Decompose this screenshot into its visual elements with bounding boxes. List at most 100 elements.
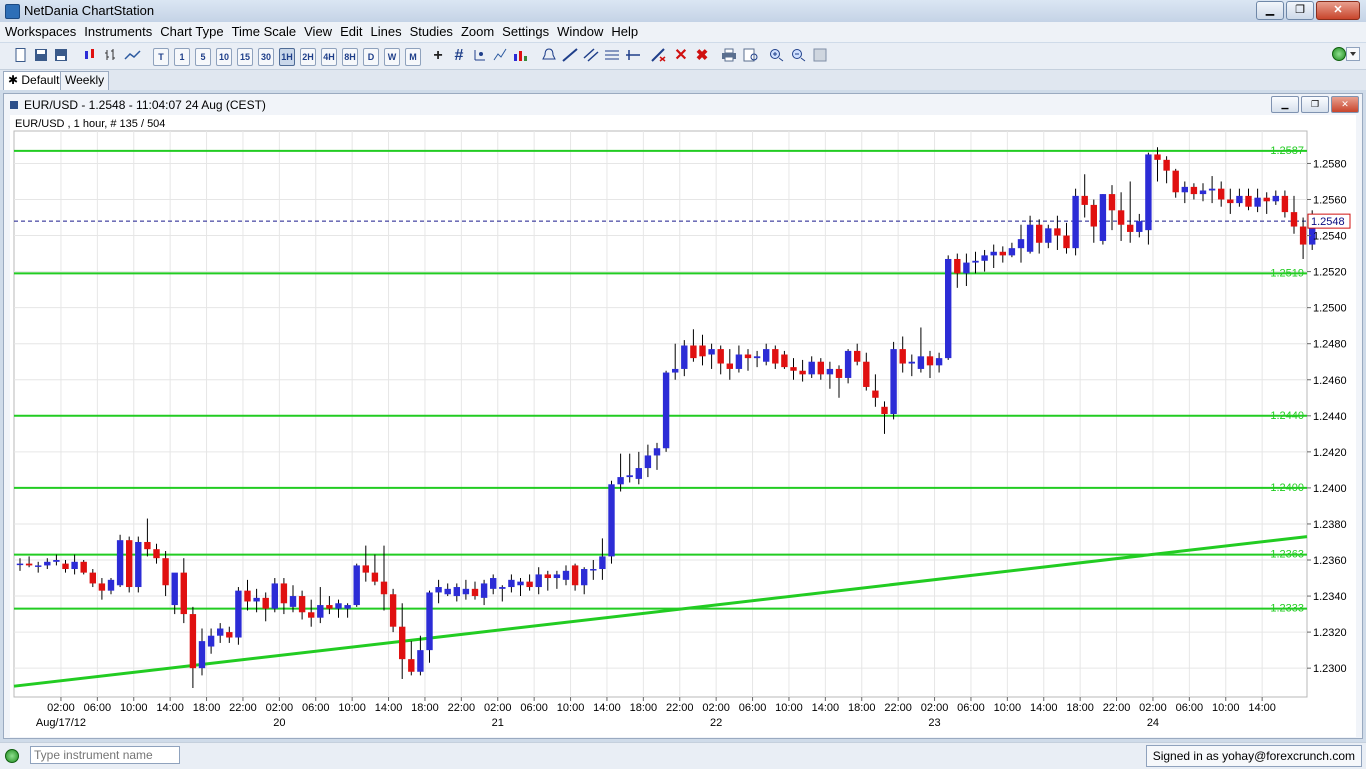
grid-icon[interactable]: #: [451, 48, 467, 64]
interval-5-button[interactable]: 5: [195, 48, 211, 66]
candle-body: [726, 363, 733, 369]
interval-1h-button[interactable]: 1H: [279, 48, 295, 66]
toolbar-options-icon[interactable]: [1346, 47, 1360, 61]
candle-body: [635, 468, 642, 479]
x-tick-label: 18:00: [411, 702, 439, 714]
candle-body: [198, 641, 206, 669]
candle-body: [1090, 204, 1097, 227]
new-page-icon[interactable]: [14, 48, 28, 64]
candle-body: [553, 574, 561, 579]
save-icon[interactable]: [34, 48, 48, 64]
menu-studies[interactable]: Studies: [406, 22, 457, 39]
zoom-out-icon[interactable]: [790, 48, 808, 64]
draw-line-icon[interactable]: [561, 48, 579, 64]
candle-body: [608, 484, 615, 557]
restore-button[interactable]: ❐: [1286, 1, 1314, 20]
interval-8h-button[interactable]: 8H: [342, 48, 358, 66]
candle-body: [244, 590, 251, 602]
x-tick-label: 06:00: [520, 702, 548, 714]
x-tick-label: 14:00: [812, 702, 840, 714]
candle-body: [981, 255, 988, 261]
candle-body: [753, 356, 761, 359]
interval-15-button[interactable]: 15: [237, 48, 253, 66]
current-price-label: 1.2548: [1311, 216, 1345, 228]
menu-time-scale[interactable]: Time Scale: [228, 22, 301, 39]
interval-2h-button[interactable]: 2H: [300, 48, 316, 66]
menu-lines[interactable]: Lines: [366, 22, 405, 39]
price-chart[interactable]: 1.2587 1.2519 1.2440 1.2400 1.2363 1.2333 1.2…: [10, 115, 1356, 737]
save-as-icon[interactable]: [54, 48, 68, 64]
interval-10-button[interactable]: 10: [216, 48, 232, 66]
zoom-in-icon[interactable]: [768, 48, 786, 64]
menu-zoom[interactable]: Zoom: [457, 22, 498, 39]
interval-30-button[interactable]: 30: [258, 48, 274, 66]
draw-channel-icon[interactable]: [582, 48, 600, 64]
candle-body: [462, 588, 470, 595]
menu-chart-type[interactable]: Chart Type: [156, 22, 227, 39]
chart-close-button[interactable]: ✕: [1331, 96, 1359, 113]
candle-body: [262, 597, 269, 609]
interval-day-button[interactable]: D: [363, 48, 379, 66]
candle-body: [972, 260, 979, 263]
print-preview-icon[interactable]: [742, 48, 760, 64]
alert-bell-icon[interactable]: [541, 48, 557, 64]
x-tick-label: 10:00: [120, 702, 148, 714]
compare-icon[interactable]: [492, 48, 508, 64]
bar-chart-icon[interactable]: [104, 48, 122, 64]
interval-tick-button[interactable]: T: [153, 48, 169, 66]
x-tick-label: 02:00: [47, 702, 75, 714]
draw-horizontal-line-icon[interactable]: [624, 48, 642, 64]
interval-4h-button[interactable]: 4H: [321, 48, 337, 66]
print-icon[interactable]: [720, 48, 738, 64]
volume-bars-icon[interactable]: [512, 48, 530, 64]
interval-month-button[interactable]: M: [405, 48, 421, 66]
candlestick-chart-icon[interactable]: [82, 48, 100, 64]
chart-restore-button[interactable]: ❐: [1301, 96, 1329, 113]
candle-body: [899, 349, 906, 364]
menu-edit[interactable]: Edit: [336, 22, 366, 39]
x-tick-label: 06:00: [1176, 702, 1204, 714]
instrument-search-input[interactable]: [30, 746, 180, 764]
menu-instruments[interactable]: Instruments: [80, 22, 156, 39]
candle-body: [1281, 195, 1289, 213]
candle-body: [280, 583, 288, 604]
candle-body: [80, 561, 87, 573]
candle-body: [162, 558, 169, 586]
candle-body: [881, 406, 888, 414]
chart-minimize-button[interactable]: ▁: [1271, 96, 1299, 113]
candle-body: [854, 350, 861, 362]
candle-body: [453, 587, 460, 597]
menu-window[interactable]: Window: [553, 22, 607, 39]
candle-body: [480, 583, 488, 598]
tab-default[interactable]: ✱ Default: [3, 71, 65, 90]
x-tick-label: 10:00: [557, 702, 585, 714]
zoom-reset-icon[interactable]: [812, 48, 830, 64]
y-tick-label: 1.2520: [1313, 267, 1347, 279]
candle-body: [1045, 228, 1052, 243]
level-label: 1.2519: [1270, 267, 1304, 279]
draw-fibonacci-icon[interactable]: [603, 48, 621, 64]
candle-body: [1036, 224, 1043, 243]
candle-body: [399, 626, 406, 660]
menu-workspaces[interactable]: Workspaces: [1, 22, 80, 39]
delete-icon[interactable]: ✕: [673, 48, 689, 64]
menu-view[interactable]: View: [300, 22, 336, 39]
tab-weekly[interactable]: Weekly: [60, 71, 110, 90]
delete-all-icon[interactable]: ✖: [693, 48, 711, 64]
candle-body: [581, 569, 588, 586]
interval-week-button[interactable]: W: [384, 48, 400, 66]
line-chart-icon[interactable]: [124, 48, 142, 64]
study-icon[interactable]: [472, 48, 488, 64]
candle-body: [98, 583, 106, 591]
crosshair-icon[interactable]: +: [430, 48, 446, 64]
close-button[interactable]: ✕: [1316, 1, 1360, 20]
candle-body: [1127, 224, 1134, 232]
menu-help[interactable]: Help: [607, 22, 642, 39]
candle-body: [44, 561, 51, 566]
x-tick-label: 02:00: [921, 702, 949, 714]
minimize-button[interactable]: ▁: [1256, 1, 1284, 20]
menu-settings[interactable]: Settings: [498, 22, 553, 39]
delete-line-icon[interactable]: [650, 48, 668, 64]
candle-body: [126, 540, 133, 588]
interval-1-button[interactable]: 1: [174, 48, 190, 66]
